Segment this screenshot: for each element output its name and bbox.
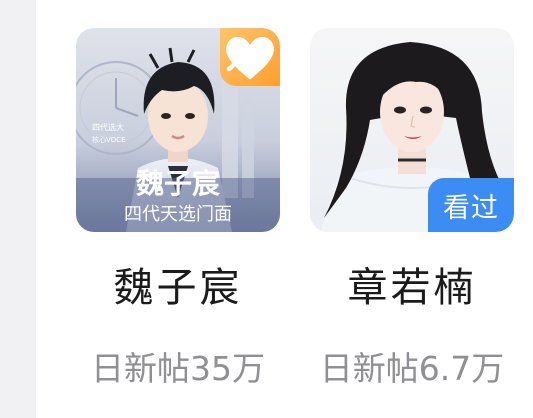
poster-small-text-2: 核心VOCE: [92, 135, 126, 144]
poster-subtitle: 四代天选门面: [124, 204, 232, 225]
heart-icon: [226, 36, 274, 80]
daily-posts-count: 日新帖35万: [91, 349, 265, 388]
left-panel-edge: [0, 0, 36, 418]
poster-title: 魏子宸: [136, 167, 221, 200]
daily-posts-count: 日新帖6.7万: [319, 349, 505, 388]
favorite-badge: [220, 28, 280, 86]
poster-small-text-1: 四代选大: [92, 122, 124, 132]
celebrity-avatar[interactable]: 魏子宸 四代天选门面 四代选大 核心VOCE: [76, 28, 280, 232]
watched-badge: 看过: [428, 178, 514, 232]
celebrity-name: 章若楠: [347, 265, 477, 311]
celebrity-card-zhangruonan[interactable]: 看过 章若楠 日新帖6.7万: [310, 28, 514, 418]
celebrity-card-weizichen[interactable]: 魏子宸 四代天选门面 四代选大 核心VOCE 魏子宸 日新帖35万: [76, 28, 280, 418]
celebrity-avatar[interactable]: 看过: [310, 28, 514, 232]
celebrity-name: 魏子宸: [113, 265, 243, 311]
